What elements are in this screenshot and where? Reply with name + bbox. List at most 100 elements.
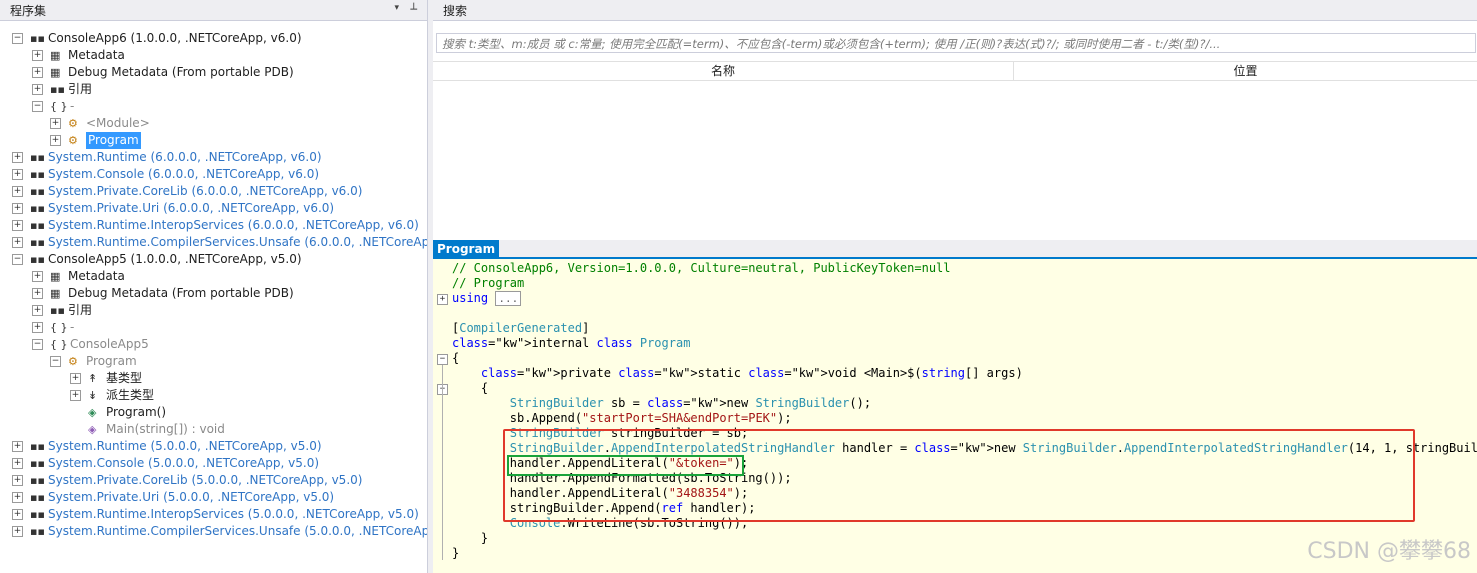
tree-item[interactable]: + ▪▪ 引用 (0, 302, 427, 319)
expand-icon[interactable]: + (12, 152, 23, 163)
expand-icon[interactable]: + (12, 475, 23, 486)
tab-program[interactable]: Program (433, 240, 500, 258)
tree-item-label: Program (86, 132, 141, 149)
tree-item-label: Main(string[]) : void (106, 422, 225, 436)
tree-item[interactable]: + ▦ Metadata (0, 47, 427, 64)
expand-icon[interactable]: + (12, 526, 23, 537)
table-icon: ▦ (50, 287, 61, 300)
assembly-icon: ▪▪ (30, 508, 45, 521)
expand-icon[interactable]: + (50, 135, 61, 146)
expand-icon[interactable]: + (12, 203, 23, 214)
tree-item[interactable]: + ⚙ Program (0, 132, 427, 149)
references-icon: ▪▪ (50, 304, 65, 317)
search-results-header: 名称 位置 (433, 61, 1477, 81)
tree-item-label: System.Runtime.InteropServices (6.0.0.0,… (48, 218, 419, 232)
expand-icon[interactable]: + (70, 390, 81, 401)
static-method-icon: ◈ (88, 423, 97, 436)
assembly-icon: ▪▪ (30, 491, 45, 504)
tree-item[interactable]: + ↡ 派生类型 (0, 387, 427, 404)
column-header-name[interactable]: 名称 (433, 62, 1014, 80)
collapse-icon[interactable]: − (32, 101, 43, 112)
tree-item[interactable]: + ▪▪ System.Private.Uri (5.0.0.0, .NETCore… (0, 489, 427, 506)
tree-item-label: Metadata (68, 48, 125, 62)
tree-item-label: ConsoleApp5 (1.0.0.0, .NETCoreApp, v5.0) (48, 252, 302, 266)
tree-item-label: 引用 (68, 82, 93, 96)
tree-item[interactable]: − ⚙ Program (0, 353, 427, 370)
tree-item[interactable]: + ▪▪ System.Runtime.CompilerServices.Unsaf… (0, 234, 427, 251)
tree-item[interactable]: −{ } ConsoleApp5 (0, 336, 427, 353)
pin-icon[interactable]: ┴ (410, 3, 417, 16)
tree-item[interactable]: + ▪▪ System.Runtime (6.0.0.0, .NETCoreApp,… (0, 149, 427, 166)
tree-item[interactable]: + ▪▪ System.Runtime.CompilerServices.Unsaf… (0, 523, 427, 540)
assembly-panel-title: 程序集 (10, 3, 47, 18)
collapse-icon[interactable]: − (12, 33, 23, 44)
tree-item-label: System.Runtime.InteropServices (5.0.0.0,… (48, 507, 419, 521)
tree-item-label: 基类型 (106, 371, 143, 385)
tree-item-label: System.Console (5.0.0.0, .NETCoreApp, v5… (48, 456, 320, 470)
tree-item[interactable]: + ▪▪ System.Runtime (5.0.0.0, .NETCoreApp,… (0, 438, 427, 455)
namespace-icon: { } (50, 321, 68, 334)
assembly-icon: ▪▪ (30, 202, 45, 215)
expand-icon[interactable]: + (32, 322, 43, 333)
tree-item[interactable]: + ▦ Metadata (0, 268, 427, 285)
tree-item[interactable]: + ↟ 基类型 (0, 370, 427, 387)
tree-item[interactable]: + ▪▪ System.Runtime.InteropServices (6.0.0… (0, 217, 427, 234)
tree-item[interactable]: + ▦ Debug Metadata (From portable PDB) (0, 285, 427, 302)
expand-icon[interactable]: + (12, 169, 23, 180)
assembly-icon: ▪▪ (30, 236, 45, 249)
column-header-location[interactable]: 位置 (1014, 62, 1477, 80)
expand-icon[interactable]: + (32, 288, 43, 299)
code-editor[interactable]: // ConsoleApp6, Version=1.0.0.0, Culture… (433, 259, 1477, 573)
tree-item[interactable]: + ▪▪ System.Private.CoreLib (5.0.0.0, .NET… (0, 472, 427, 489)
code-line: class="kw">internal class Program (452, 336, 691, 350)
tree-item-label: <Module> (86, 116, 150, 130)
class-icon: ⚙ (68, 134, 78, 147)
tree-item[interactable]: + ▪▪ System.Private.Uri (6.0.0.0, .NETCore… (0, 200, 427, 217)
search-input[interactable]: 搜索 t:类型、m:成员 或 c:常量; 使用完全匹配(=term)、不应包含(… (436, 33, 1476, 53)
tree-item[interactable]: ◈ Program() (0, 404, 427, 421)
tree-item[interactable]: + ▪▪ System.Console (6.0.0.0, .NETCoreApp,… (0, 166, 427, 183)
expand-icon[interactable]: + (70, 373, 81, 384)
expand-icon[interactable]: + (32, 305, 43, 316)
tree-item-label: Debug Metadata (From portable PDB) (68, 286, 294, 300)
tree-item[interactable]: −{ } - (0, 98, 427, 115)
expand-icon[interactable]: + (12, 237, 23, 248)
derived-type-icon: ↡ (88, 389, 98, 402)
tree-item-label: System.Runtime.CompilerServices.Unsafe (… (48, 524, 428, 538)
collapse-icon[interactable]: − (32, 339, 43, 350)
tree-item-label: 派生类型 (106, 388, 155, 402)
tree-item[interactable]: + ▪▪ System.Private.CoreLib (6.0.0.0, .NET… (0, 183, 427, 200)
dropdown-icon[interactable]: ▾ (394, 3, 399, 13)
tree-item[interactable]: + ⚙ <Module> (0, 115, 427, 132)
tree-item[interactable]: + ▦ Debug Metadata (From portable PDB) (0, 64, 427, 81)
collapse-icon[interactable]: − (437, 354, 448, 365)
expand-icon[interactable]: + (12, 458, 23, 469)
class-icon: ⚙ (68, 117, 78, 130)
tree-item[interactable]: ◈ Main(string[]) : void (0, 421, 427, 438)
tree-item[interactable]: + ▪▪ 引用 (0, 81, 427, 98)
tree-item[interactable]: − ▪▪ ConsoleApp6 (1.0.0.0, .NETCoreApp, v6… (0, 30, 427, 47)
expand-icon[interactable]: + (12, 220, 23, 231)
code-line: } (452, 546, 460, 560)
namespace-icon: { } (50, 100, 68, 113)
expand-icon[interactable]: + (12, 492, 23, 503)
expand-icon[interactable]: + (32, 67, 43, 78)
expand-icon[interactable]: + (437, 294, 448, 305)
tree-item[interactable]: + ▪▪ System.Runtime.InteropServices (5.0.0… (0, 506, 427, 523)
tree-item-label: Program() (106, 405, 166, 419)
expand-icon[interactable]: + (32, 84, 43, 95)
tree-item[interactable]: − ▪▪ ConsoleApp5 (1.0.0.0, .NETCoreApp, v5… (0, 251, 427, 268)
expand-icon[interactable]: + (12, 186, 23, 197)
tree-item[interactable]: + ▪▪ System.Console (5.0.0.0, .NETCoreApp,… (0, 455, 427, 472)
expand-icon[interactable]: + (32, 50, 43, 61)
expand-icon[interactable]: + (12, 441, 23, 452)
code-line: // ConsoleApp6, Version=1.0.0.0, Culture… (452, 261, 951, 275)
assembly-icon: ▪▪ (30, 253, 45, 266)
expand-icon[interactable]: + (50, 118, 61, 129)
expand-icon[interactable]: + (32, 271, 43, 282)
collapse-icon[interactable]: − (12, 254, 23, 265)
tree-item[interactable]: + { } - (0, 319, 427, 336)
collapse-icon[interactable]: − (50, 356, 61, 367)
code-line: [CompilerGenerated] (452, 321, 590, 335)
expand-icon[interactable]: + (12, 509, 23, 520)
